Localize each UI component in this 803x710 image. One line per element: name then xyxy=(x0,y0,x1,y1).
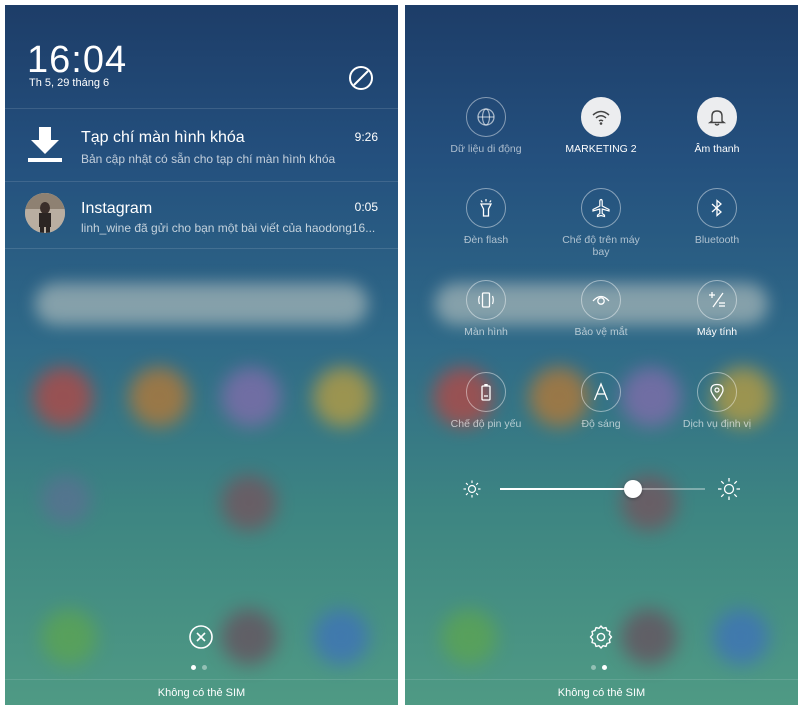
page-dot-active xyxy=(191,665,196,670)
calculator-icon xyxy=(697,280,737,320)
do-not-disturb-icon[interactable] xyxy=(348,65,374,91)
tile-calculator[interactable]: Máy tính xyxy=(672,280,762,338)
date: Th 5, 29 tháng 6 xyxy=(29,77,110,89)
quick-settings-panel: Dữ liệu di động MARKETING 2 Âm thanh Đèn… xyxy=(405,5,798,705)
no-sim-status: Không có thẻ SIM xyxy=(405,679,798,705)
bluetooth-icon xyxy=(697,188,737,228)
eye-protection-icon xyxy=(581,280,621,320)
blurred-app-icon xyxy=(221,475,277,531)
tile-label: Chế độ pin yếu xyxy=(450,418,522,430)
tile-label: Bluetooth xyxy=(694,234,740,246)
tile-label: Máy tính xyxy=(696,326,738,338)
notification-body: linh_wine đã gửi cho bạn một bài viết củ… xyxy=(81,221,376,235)
tile-label: Bảo vệ mắt xyxy=(574,326,628,338)
blurred-app-icon xyxy=(313,367,373,427)
no-sim-status: Không có thẻ SIM xyxy=(5,679,398,705)
tile-location[interactable]: Dịch vụ định vị xyxy=(672,372,762,430)
brightness-fill xyxy=(500,488,634,490)
blurred-app-icon xyxy=(713,609,769,665)
tile-label: MARKETING 2 xyxy=(565,143,637,155)
blurred-app-icon xyxy=(41,609,97,665)
notification-title: Tạp chí màn hình khóa xyxy=(81,129,245,146)
brightness-low-icon xyxy=(462,479,482,504)
flashlight-icon xyxy=(466,188,506,228)
airplane-icon xyxy=(581,188,621,228)
tile-flashlight[interactable]: Đèn flash xyxy=(441,188,531,246)
blurred-app-icon xyxy=(621,609,677,665)
tile-label: Đèn flash xyxy=(463,234,509,246)
globe-icon xyxy=(466,97,506,137)
tile-label: Dịch vụ định vị xyxy=(682,418,752,430)
page-dot-active xyxy=(602,665,607,670)
location-icon xyxy=(697,372,737,412)
blurred-app-icon xyxy=(221,367,281,427)
avatar xyxy=(25,193,65,233)
tile-label: Âm thanh xyxy=(694,143,740,155)
blurred-app-icon xyxy=(441,609,497,665)
screen-rotate-icon xyxy=(466,280,506,320)
tile-airplane-mode[interactable]: Chế độ trên máy bay xyxy=(556,188,646,258)
tile-bluetooth[interactable]: Bluetooth xyxy=(672,188,762,246)
notification-time: 0:05 xyxy=(354,200,378,214)
blurred-app-icon xyxy=(33,367,93,427)
tile-eye-protection[interactable]: Bảo vệ mắt xyxy=(556,280,646,338)
tile-mobile-data[interactable]: Dữ liệu di động xyxy=(441,97,531,155)
notification-title: Instagram xyxy=(81,200,153,217)
auto-brightness-icon xyxy=(581,372,621,412)
notification-item[interactable]: Tạp chí màn hình khóa 9:26 Bản cập nhật … xyxy=(5,111,398,181)
tile-label: Độ sáng xyxy=(581,418,621,430)
page-dot xyxy=(591,665,596,670)
download-icon xyxy=(25,125,65,165)
divider xyxy=(5,248,398,249)
tile-label: Chế độ trên máy bay xyxy=(562,234,640,258)
blurred-app-icon xyxy=(221,609,277,665)
bell-icon xyxy=(697,97,737,137)
tile-wifi[interactable]: MARKETING 2 xyxy=(556,97,646,155)
tile-battery-saver[interactable]: Chế độ pin yếu xyxy=(441,372,531,430)
clock: 16:04 xyxy=(27,39,128,81)
notification-time: 9:26 xyxy=(354,130,378,144)
tile-brightness[interactable]: Độ sáng xyxy=(556,372,646,430)
blurred-app-icon xyxy=(129,367,189,427)
brightness-slider[interactable] xyxy=(500,480,705,498)
battery-saver-icon xyxy=(466,372,506,412)
tile-screen-rotation[interactable]: Màn hình xyxy=(441,280,531,338)
wifi-icon xyxy=(581,97,621,137)
notification-item[interactable]: Instagram 0:05 linh_wine đã gửi cho bạn … xyxy=(5,183,398,253)
tile-label: Màn hình xyxy=(464,326,508,338)
divider xyxy=(5,108,398,109)
settings-gear-button[interactable] xyxy=(588,624,614,650)
blurred-app-icon xyxy=(313,609,369,665)
lockscreen-panel: 16:04 Th 5, 29 tháng 6 Tạp chí màn hình … xyxy=(5,5,398,705)
tile-sound[interactable]: Âm thanh xyxy=(672,97,762,155)
page-indicator xyxy=(591,665,611,671)
blurred-app-icon xyxy=(41,475,91,525)
divider xyxy=(5,181,398,182)
page-dot xyxy=(202,665,207,670)
brightness-high-icon xyxy=(717,477,741,506)
clear-all-button[interactable] xyxy=(188,624,214,650)
page-indicator xyxy=(191,665,211,671)
tile-label: Dữ liệu di động xyxy=(450,143,522,155)
notification-body: Bản cập nhật có sẵn cho tạp chí màn hình… xyxy=(81,152,336,166)
blurred-search-bar xyxy=(35,283,368,325)
